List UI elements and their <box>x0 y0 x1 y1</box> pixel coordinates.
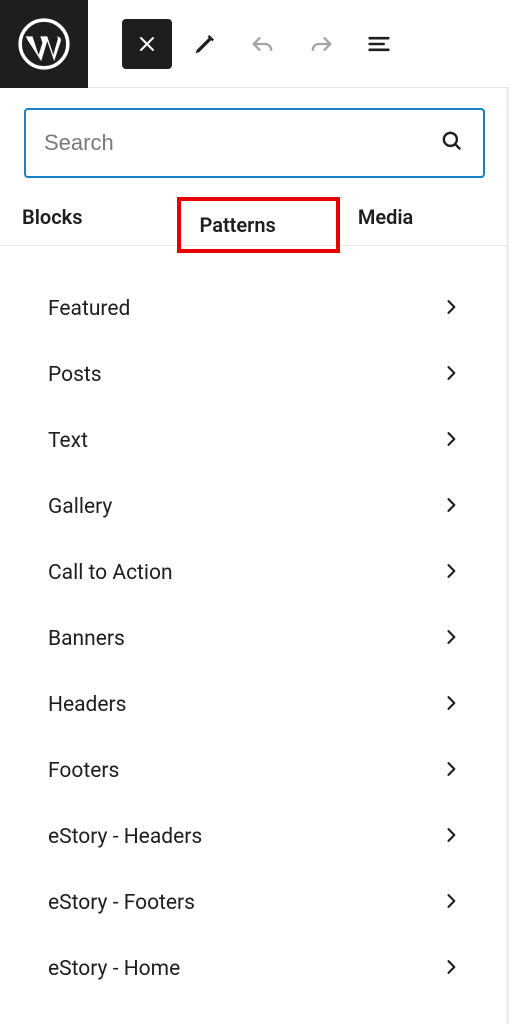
chevron-right-icon <box>441 759 461 783</box>
tab-media[interactable]: Media <box>358 191 413 243</box>
document-overview-button[interactable] <box>354 19 404 69</box>
tab-patterns-highlight: Patterns <box>177 197 339 253</box>
edit-button[interactable] <box>180 19 230 69</box>
redo-icon <box>307 30 335 58</box>
category-label: eStory - Home <box>48 957 180 981</box>
category-label: Banners <box>48 627 125 651</box>
category-label: eStory - Headers <box>48 825 202 849</box>
chevron-right-icon <box>441 825 461 849</box>
category-item-headers[interactable]: Headers <box>48 672 461 738</box>
category-label: Footers <box>48 759 119 783</box>
category-item-estory-home[interactable]: eStory - Home <box>48 936 461 1002</box>
category-item-banners[interactable]: Banners <box>48 606 461 672</box>
chevron-right-icon <box>441 429 461 453</box>
tab-patterns[interactable]: Patterns <box>199 205 275 245</box>
inserter-tabs: Blocks Patterns Media <box>0 188 509 246</box>
category-item-footers[interactable]: Footers <box>48 738 461 804</box>
search-input[interactable] <box>44 130 439 156</box>
category-item-estory-footers[interactable]: eStory - Footers <box>48 870 461 936</box>
category-label: Posts <box>48 363 102 387</box>
category-label: Featured <box>48 297 130 321</box>
category-item-text[interactable]: Text <box>48 408 461 474</box>
top-toolbar <box>0 0 509 88</box>
chevron-right-icon <box>441 297 461 321</box>
search-icon <box>439 128 465 158</box>
search-section <box>0 88 509 188</box>
category-label: Headers <box>48 693 126 717</box>
chevron-right-icon <box>441 627 461 651</box>
category-item-featured[interactable]: Featured <box>48 276 461 342</box>
chevron-right-icon <box>441 957 461 981</box>
category-item-call-to-action[interactable]: Call to Action <box>48 540 461 606</box>
category-item-gallery[interactable]: Gallery <box>48 474 461 540</box>
category-label: Text <box>48 429 88 453</box>
undo-icon <box>249 30 277 58</box>
search-box[interactable] <box>24 108 485 178</box>
pencil-icon <box>191 30 219 58</box>
chevron-right-icon <box>441 363 461 387</box>
undo-button <box>238 19 288 69</box>
redo-button <box>296 19 346 69</box>
chevron-right-icon <box>441 693 461 717</box>
tab-blocks[interactable]: Blocks <box>22 191 82 243</box>
wordpress-icon <box>18 18 70 70</box>
pattern-category-list: Featured Posts Text Gallery Call to Acti… <box>0 246 509 1002</box>
close-icon <box>135 32 159 56</box>
category-label: Call to Action <box>48 561 173 585</box>
chevron-right-icon <box>441 495 461 519</box>
list-view-icon <box>365 30 393 58</box>
close-inserter-button[interactable] <box>122 19 172 69</box>
category-label: eStory - Footers <box>48 891 195 915</box>
chevron-right-icon <box>441 891 461 915</box>
category-label: Gallery <box>48 495 112 519</box>
wordpress-logo[interactable] <box>0 0 88 88</box>
chevron-right-icon <box>441 561 461 585</box>
category-item-estory-headers[interactable]: eStory - Headers <box>48 804 461 870</box>
category-item-posts[interactable]: Posts <box>48 342 461 408</box>
